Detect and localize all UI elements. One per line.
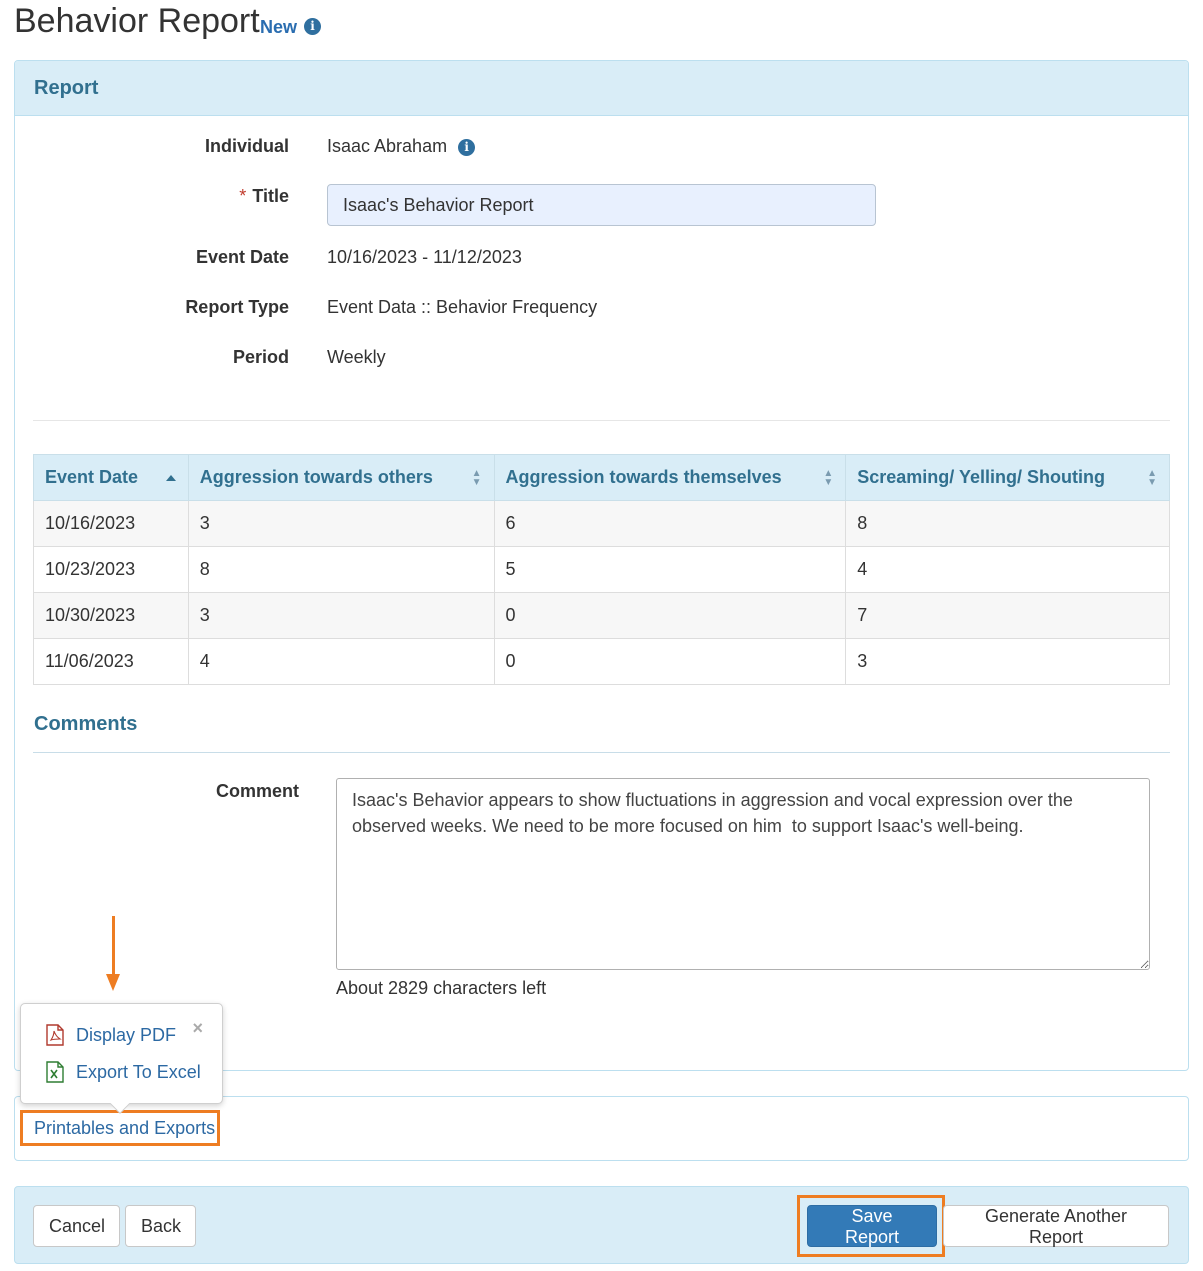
table-row: 10/23/2023 8 5 4 <box>34 547 1170 593</box>
table-cell: 8 <box>188 547 494 593</box>
table-row: 10/16/2023 3 6 8 <box>34 501 1170 547</box>
individual-label: Individual <box>29 136 289 157</box>
characters-left-counter: About 2829 characters left <box>336 978 546 999</box>
column-header-label: Event Date <box>45 467 138 487</box>
column-header-aggression-others[interactable]: Aggression towards others ▲▼ <box>188 455 494 501</box>
info-icon[interactable]: i <box>304 18 321 35</box>
column-header-label: Aggression towards themselves <box>506 467 782 487</box>
event-date-value: 10/16/2023 - 11/12/2023 <box>327 247 522 268</box>
table-cell: 11/06/2023 <box>34 639 189 685</box>
generate-another-report-button[interactable]: Generate Another Report <box>943 1205 1169 1247</box>
display-pdf-link[interactable]: Display PDF <box>45 1024 176 1046</box>
column-header-label: Aggression towards others <box>200 467 433 487</box>
table-cell: 0 <box>494 639 846 685</box>
event-date-separator: - <box>422 247 428 267</box>
pdf-file-icon <box>45 1024 65 1046</box>
column-header-label: Screaming/ Yelling/ Shouting <box>857 467 1105 487</box>
report-panel-heading: Report <box>15 61 1188 116</box>
comment-label: Comment <box>29 781 299 802</box>
printables-exports-link[interactable]: Printables and Exports <box>20 1110 220 1146</box>
individual-value: Isaac Abraham i <box>327 136 475 157</box>
title-label-text: Title <box>252 186 289 206</box>
table-cell: 3 <box>846 639 1170 685</box>
sort-icon: ▲▼ <box>823 469 833 487</box>
report-type-value: Event Data :: Behavior Frequency <box>327 297 597 318</box>
table-cell: 3 <box>188 501 494 547</box>
event-date-end: 11/12/2023 <box>433 247 522 267</box>
export-excel-label: Export To Excel <box>76 1062 201 1083</box>
title-input[interactable] <box>327 184 876 226</box>
table-cell: 6 <box>494 501 846 547</box>
title-label: * Title <box>29 186 289 207</box>
column-header-aggression-themselves[interactable]: Aggression towards themselves ▲▼ <box>494 455 846 501</box>
table-cell: 10/30/2023 <box>34 593 189 639</box>
table-row: 10/30/2023 3 0 7 <box>34 593 1170 639</box>
sort-icon: ▲▼ <box>1147 469 1157 487</box>
export-excel-link[interactable]: Export To Excel <box>45 1061 201 1083</box>
table-cell: 7 <box>846 593 1170 639</box>
event-date-start: 10/16/2023 <box>327 247 417 267</box>
excel-file-icon <box>45 1061 65 1083</box>
report-panel: Report Individual Isaac Abraham i * Title… <box>14 60 1189 1071</box>
display-pdf-label: Display PDF <box>76 1025 176 1046</box>
sort-icon: ▲▼ <box>472 469 482 487</box>
comments-divider <box>33 752 1170 753</box>
annotation-arrow-head <box>106 974 120 991</box>
table-cell: 3 <box>188 593 494 639</box>
report-type-label: Report Type <box>29 297 289 318</box>
cancel-button[interactable]: Cancel <box>33 1205 120 1247</box>
table-cell: 8 <box>846 501 1170 547</box>
comment-textarea[interactable]: Isaac's Behavior appears to show fluctua… <box>336 778 1150 970</box>
individual-info-icon[interactable]: i <box>458 139 475 156</box>
table-cell: 0 <box>494 593 846 639</box>
table-cell: 5 <box>494 547 846 593</box>
sort-ascending-icon <box>166 475 176 481</box>
annotation-arrow-shaft <box>112 916 115 976</box>
comments-heading: Comments <box>34 713 137 736</box>
table-row: 11/06/2023 4 0 3 <box>34 639 1170 685</box>
column-header-screaming[interactable]: Screaming/ Yelling/ Shouting ▲▼ <box>846 455 1170 501</box>
table-cell: 10/23/2023 <box>34 547 189 593</box>
event-date-label: Event Date <box>29 247 289 268</box>
behavior-frequency-table: Event Date Aggression towards others ▲▼ A… <box>33 454 1170 685</box>
back-button[interactable]: Back <box>125 1205 196 1247</box>
table-cell: 4 <box>188 639 494 685</box>
column-header-event-date[interactable]: Event Date <box>34 455 189 501</box>
exports-popover: × Display PDF Export To Excel <box>20 1003 223 1104</box>
save-report-button[interactable]: Save Report <box>807 1205 937 1247</box>
page-title: Behavior Report <box>14 2 260 41</box>
new-badge: New <box>260 17 297 38</box>
period-value: Weekly <box>327 347 386 368</box>
close-icon[interactable]: × <box>192 1018 203 1039</box>
table-cell: 4 <box>846 547 1170 593</box>
table-cell: 10/16/2023 <box>34 501 189 547</box>
individual-name: Isaac Abraham <box>327 136 447 156</box>
section-divider <box>33 420 1170 421</box>
required-marker: * <box>239 186 246 206</box>
period-label: Period <box>29 347 289 368</box>
table-header-row: Event Date Aggression towards others ▲▼ A… <box>34 455 1170 501</box>
